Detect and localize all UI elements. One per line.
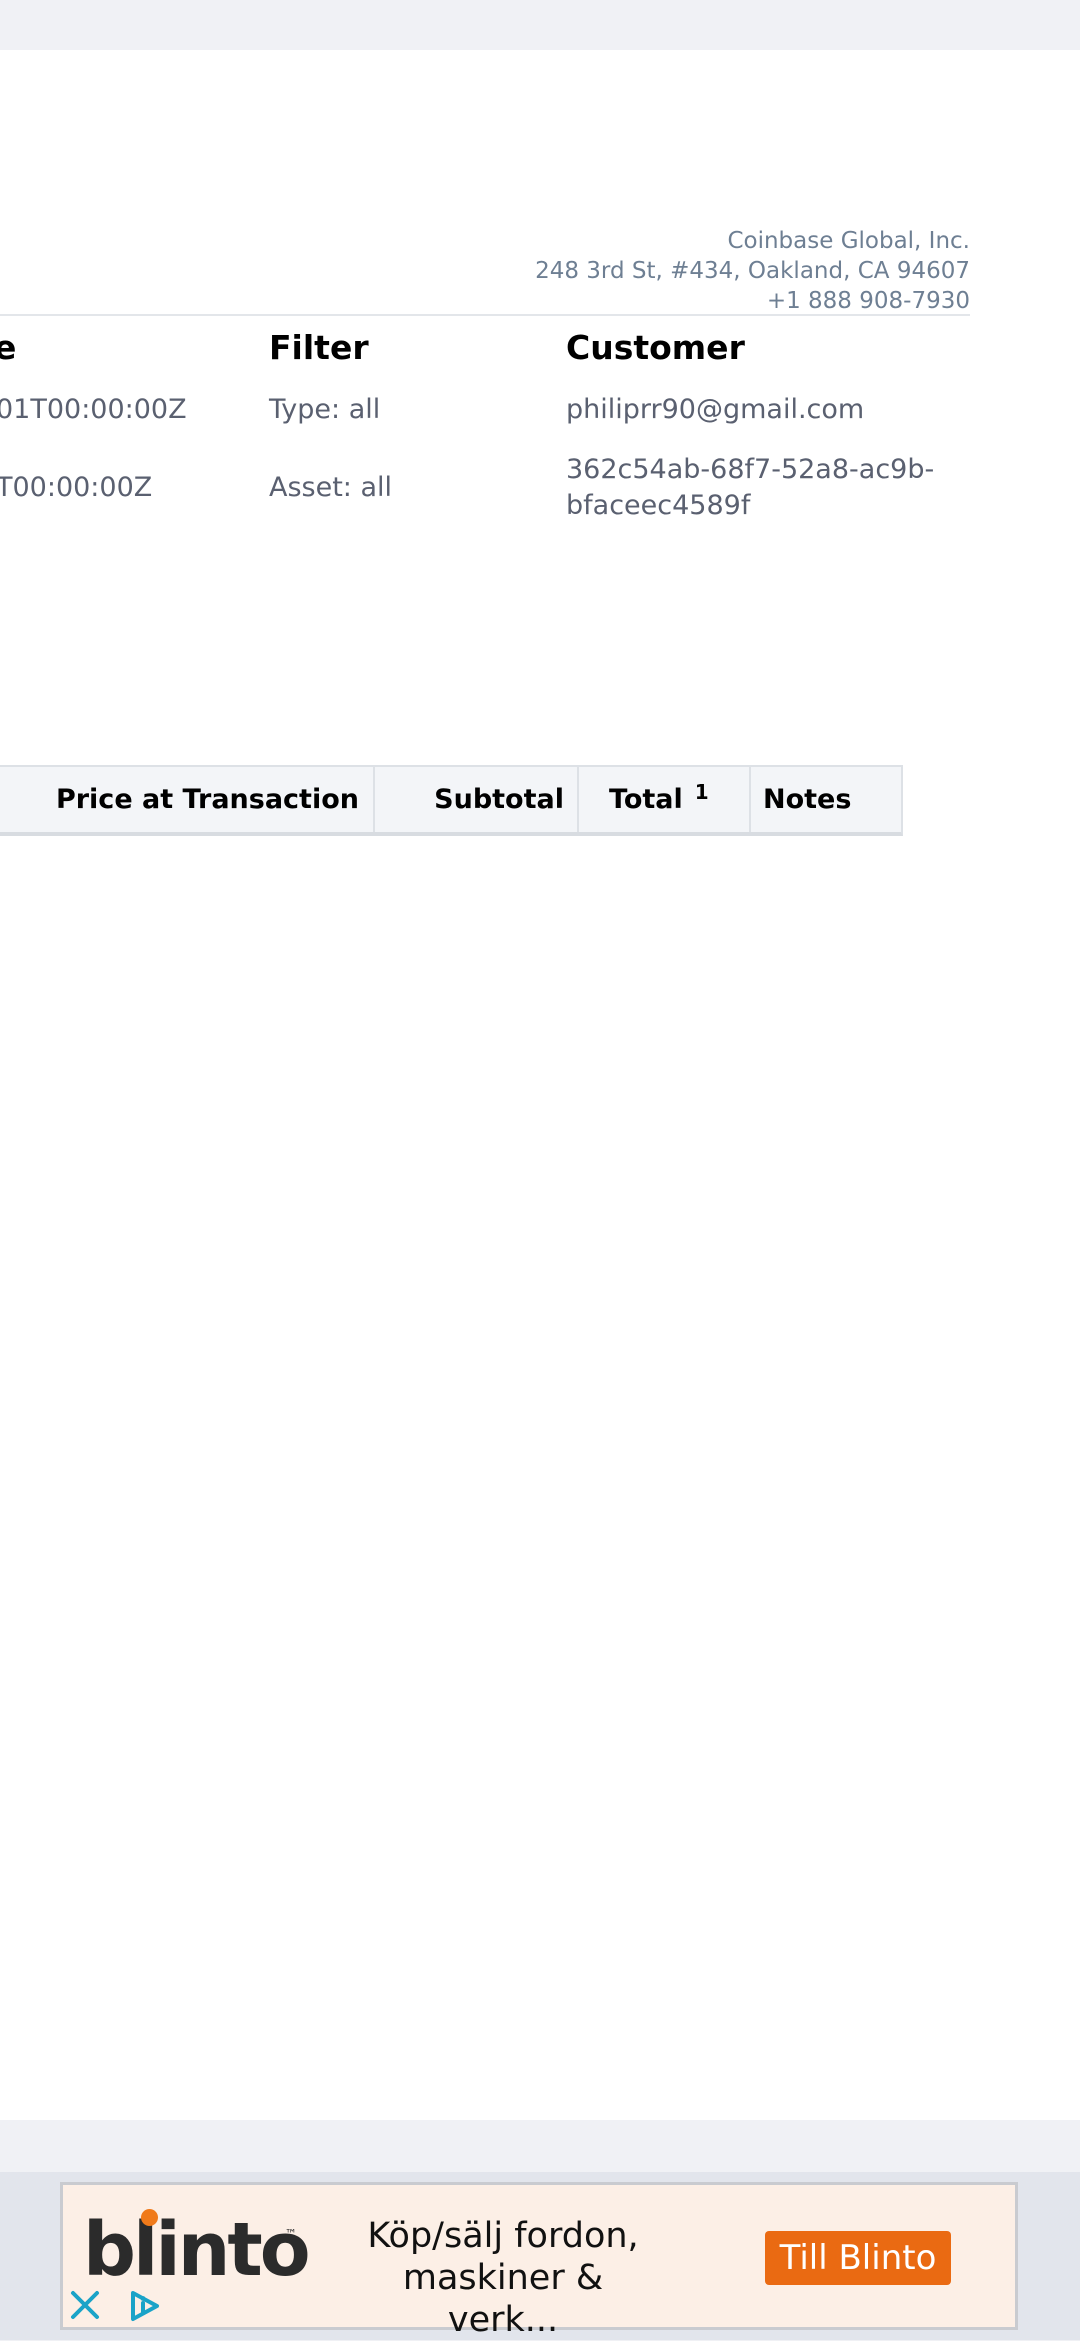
ad-cta-button[interactable]: Till Blinto: [765, 2231, 951, 2285]
ad-banner[interactable]: blinto ™ Köp/sälj fordon, maskiner & ver…: [60, 2182, 1018, 2340]
date-heading: e: [0, 328, 17, 367]
company-info: Coinbase Global, Inc. 248 3rd St, #434, …: [535, 226, 970, 316]
company-address: 248 3rd St, #434, Oakland, CA 94607: [535, 258, 970, 284]
blinto-logo[interactable]: blinto: [83, 2209, 311, 2287]
company-name: Coinbase Global, Inc.: [727, 228, 970, 254]
filter-heading: Filter: [269, 328, 369, 367]
th-total-label: Total: [609, 784, 683, 815]
company-phone[interactable]: +1 888 908-7930: [535, 286, 970, 316]
th-notes: Notes: [763, 784, 852, 815]
total-footnote-marker[interactable]: 1: [695, 780, 709, 804]
customer-id-line2: bfaceec4589f: [566, 490, 751, 521]
filter-asset: Asset: all: [269, 472, 393, 503]
ad-text[interactable]: Köp/sälj fordon, maskiner & verk...: [353, 2215, 653, 2341]
blinto-logo-text: blinto: [83, 2207, 311, 2293]
page-bottom-band: [0, 2120, 1080, 2172]
adchoices-icon[interactable]: [127, 2289, 161, 2323]
ad-banner-container: blinto ™ Köp/sälj fordon, maskiner & ver…: [0, 2172, 1080, 2340]
th-subtotal: Subtotal: [434, 784, 564, 815]
date-start: 01T00:00:00Z: [0, 394, 187, 425]
th-total: Total 1: [579, 767, 749, 832]
filter-type: Type: all: [269, 394, 381, 425]
customer-id: 362c54ab-68f7-52a8-ac9b- bfaceec4589f: [566, 452, 934, 524]
th-price: Price at Transaction: [55, 784, 359, 815]
ad-text-line1: Köp/sälj fordon,: [367, 2216, 639, 2256]
trademark-mark: ™: [285, 2227, 297, 2241]
report-page: Coinbase Global, Inc. 248 3rd St, #434, …: [0, 50, 1080, 2120]
header-divider: [0, 314, 970, 316]
customer-heading: Customer: [566, 328, 745, 367]
customer-email: philiprr90@gmail.com: [566, 394, 865, 425]
close-icon[interactable]: [69, 2289, 101, 2321]
transactions-table-header: Price at Transaction Subtotal Total 1 No…: [0, 765, 903, 836]
customer-id-line1: 362c54ab-68f7-52a8-ac9b-: [566, 454, 935, 485]
logo-dot: [141, 2209, 158, 2226]
ad-text-line2: maskiner & verk...: [402, 2258, 604, 2340]
date-end: T00:00:00Z: [0, 472, 153, 503]
